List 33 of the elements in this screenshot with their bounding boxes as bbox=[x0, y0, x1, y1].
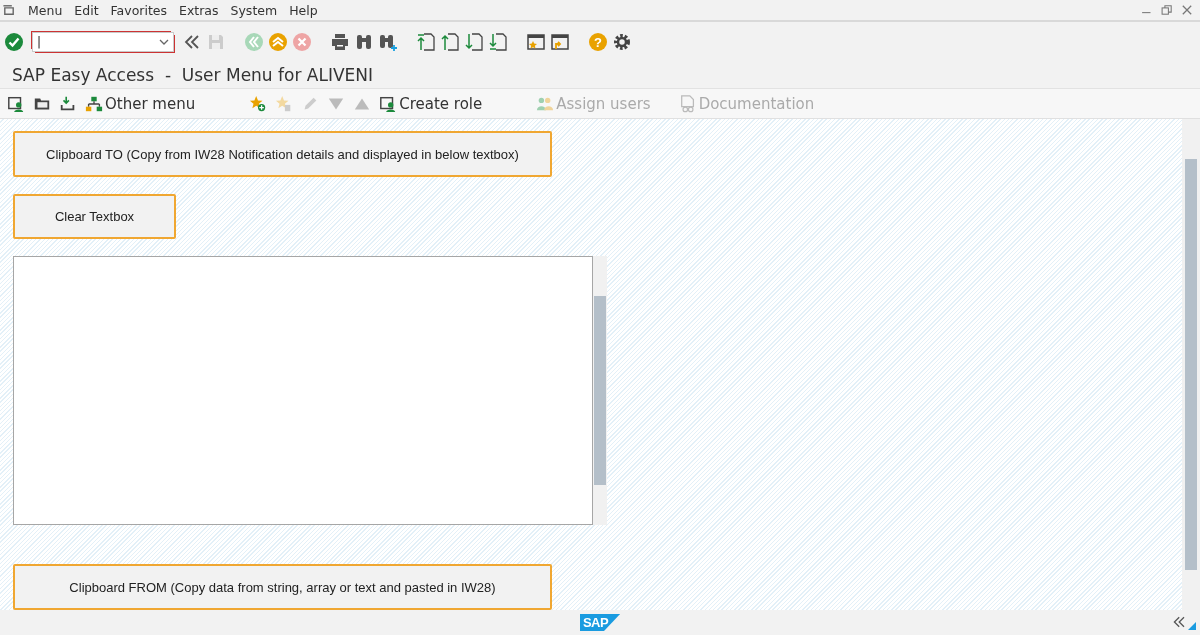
menu-item[interactable]: Favorites bbox=[110, 2, 167, 18]
last-page-icon[interactable] bbox=[488, 32, 508, 52]
print-icon[interactable] bbox=[330, 32, 350, 52]
previous-page-icon[interactable] bbox=[440, 32, 460, 52]
menu-item[interactable]: Extras bbox=[179, 2, 219, 18]
restore-icon[interactable] bbox=[1160, 3, 1174, 17]
first-page-icon[interactable] bbox=[416, 32, 436, 52]
push-button[interactable]: Clear Textbox bbox=[13, 194, 176, 239]
push-button[interactable]: Clipboard FROM (Copy data from string, array or text and pasted in IW28) bbox=[13, 564, 552, 610]
menu-icon[interactable] bbox=[2, 3, 16, 17]
menu-item[interactable]: Edit bbox=[74, 2, 99, 18]
download-tray-icon[interactable] bbox=[59, 94, 77, 113]
menu-item[interactable]: Help bbox=[289, 2, 318, 18]
document-glasses-icon bbox=[678, 94, 697, 113]
checkmark-icon[interactable] bbox=[4, 32, 24, 52]
menu-item[interactable]: Menu bbox=[28, 2, 63, 18]
resize-corner-icon bbox=[1188, 622, 1196, 630]
caret-icon[interactable] bbox=[159, 38, 169, 46]
scrollbar[interactable] bbox=[1182, 119, 1200, 610]
toolbar-button[interactable]: Create role bbox=[379, 94, 483, 113]
command-field[interactable]: | bbox=[32, 32, 174, 52]
hierarchy-icon bbox=[85, 94, 103, 113]
add-favorite-icon[interactable] bbox=[249, 94, 268, 113]
push-button[interactable]: Clipboard TO (Copy from IW28 Notification details and displayed in below textbox) bbox=[13, 131, 552, 177]
menu-item[interactable]: System bbox=[230, 2, 278, 18]
sap-logo: SAP bbox=[579, 614, 621, 631]
next-page-icon[interactable] bbox=[464, 32, 484, 52]
settings-icon[interactable] bbox=[612, 32, 632, 52]
user-menu-icon bbox=[379, 94, 398, 113]
toolbar-button[interactable]: Other menu bbox=[85, 94, 196, 113]
scrollbar[interactable] bbox=[593, 256, 607, 525]
user-menu-icon[interactable] bbox=[7, 94, 25, 113]
close-icon[interactable] bbox=[1180, 3, 1194, 17]
